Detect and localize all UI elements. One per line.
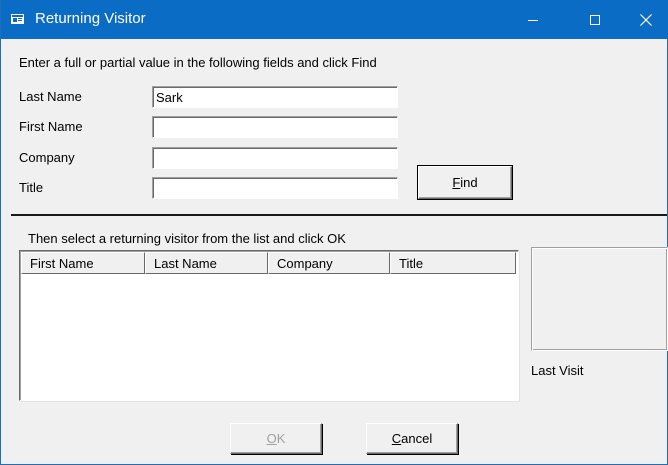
company-label: Company	[19, 150, 75, 165]
close-button[interactable]	[623, 0, 668, 39]
column-header-company[interactable]: Company	[268, 252, 390, 274]
find-button-label: Find	[452, 175, 478, 190]
cancel-button-label: Cancel	[391, 431, 433, 446]
results-instructions: Then select a returning visitor from the…	[28, 231, 346, 246]
first-name-input[interactable]	[152, 116, 398, 138]
close-icon	[640, 13, 652, 26]
first-name-label: First Name	[19, 119, 83, 134]
title-label: Title	[19, 180, 44, 195]
list-header: First Name Last Name Company Title	[21, 252, 517, 274]
column-header-first-name[interactable]: First Name	[21, 252, 145, 274]
last-name-label: Last Name	[19, 89, 82, 104]
title-input[interactable]	[152, 177, 398, 199]
last-visit-label: Last Visit	[531, 363, 584, 378]
last-name-input[interactable]	[152, 86, 398, 108]
window-title: Returning Visitor	[35, 10, 146, 27]
app-window-icon	[11, 14, 24, 24]
returning-visitor-dialog: Returning Visitor Enter a full or partia…	[0, 0, 668, 465]
title-bar[interactable]: Returning Visitor	[1, 0, 668, 39]
maximize-icon	[590, 14, 600, 25]
company-input[interactable]	[152, 147, 398, 169]
visitor-photo-frame	[531, 247, 668, 351]
ok-button-label: OK	[266, 431, 286, 446]
column-header-title[interactable]: Title	[390, 252, 516, 274]
cancel-button[interactable]: Cancel	[366, 423, 458, 454]
find-button[interactable]: Find	[417, 165, 513, 200]
section-divider	[11, 214, 667, 216]
minimize-button[interactable]	[510, 0, 556, 39]
ok-button[interactable]: OK	[230, 423, 322, 454]
visitor-list[interactable]: First Name Last Name Company Title	[19, 250, 519, 401]
column-header-last-name[interactable]: Last Name	[145, 252, 268, 274]
minimize-icon	[528, 19, 538, 21]
maximize-button[interactable]	[572, 0, 618, 39]
search-instructions: Enter a full or partial value in the fol…	[19, 55, 377, 70]
